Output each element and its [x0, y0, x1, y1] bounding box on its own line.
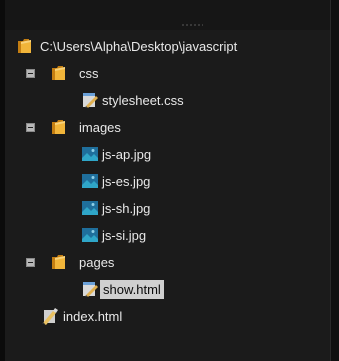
- file-tree-panel: C:\Users\Alpha\Desktop\javascript css st…: [0, 0, 339, 361]
- tree-folder-label: css: [79, 66, 99, 81]
- image-file-icon: [81, 199, 99, 217]
- html-file-icon: [81, 280, 99, 298]
- tree-file-label: stylesheet.css: [102, 93, 184, 108]
- html-file-icon: [41, 307, 59, 325]
- tree-root[interactable]: C:\Users\Alpha\Desktop\javascript: [5, 33, 330, 60]
- file-tree: C:\Users\Alpha\Desktop\javascript css st…: [5, 33, 330, 330]
- folder-icon: [51, 64, 69, 82]
- tree-file-js-sh[interactable]: js-sh.jpg: [5, 195, 330, 222]
- tree-file-stylesheet[interactable]: stylesheet.css: [5, 87, 330, 114]
- panel-header: [5, 0, 330, 30]
- tree-folder-images[interactable]: images: [5, 114, 330, 141]
- tree-folder-label: images: [79, 120, 121, 135]
- resize-grip[interactable]: [181, 23, 203, 27]
- tree-file-js-es[interactable]: js-es.jpg: [5, 168, 330, 195]
- image-file-icon: [81, 172, 99, 190]
- folder-icon: [17, 37, 35, 55]
- tree-file-label: js-sh.jpg: [102, 201, 151, 216]
- tree-folder-label: pages: [79, 255, 115, 270]
- css-file-icon: [81, 91, 99, 109]
- tree-file-label: index.html: [63, 309, 123, 324]
- folder-icon: [51, 253, 69, 271]
- tree-root-label: C:\Users\Alpha\Desktop\javascript: [40, 39, 238, 54]
- tree-file-js-ap[interactable]: js-ap.jpg: [5, 141, 330, 168]
- tree-file-js-si[interactable]: js-si.jpg: [5, 222, 330, 249]
- tree-file-label: js-es.jpg: [102, 174, 151, 189]
- vertical-scrollbar[interactable]: [330, 0, 339, 361]
- tree-file-label: js-ap.jpg: [102, 147, 152, 162]
- tree-file-show[interactable]: show.html: [5, 276, 330, 303]
- collapse-toggle-icon[interactable]: [26, 69, 35, 78]
- tree-file-index[interactable]: index.html: [5, 303, 330, 330]
- collapse-toggle-icon[interactable]: [26, 123, 35, 132]
- tree-folder-pages[interactable]: pages: [5, 249, 330, 276]
- image-file-icon: [81, 145, 99, 163]
- collapse-toggle-icon[interactable]: [26, 258, 35, 267]
- folder-icon: [51, 118, 69, 136]
- image-file-icon: [81, 226, 99, 244]
- tree-file-label: js-si.jpg: [102, 228, 147, 243]
- tree-file-label-selected: show.html: [100, 280, 164, 299]
- tree-folder-css[interactable]: css: [5, 60, 330, 87]
